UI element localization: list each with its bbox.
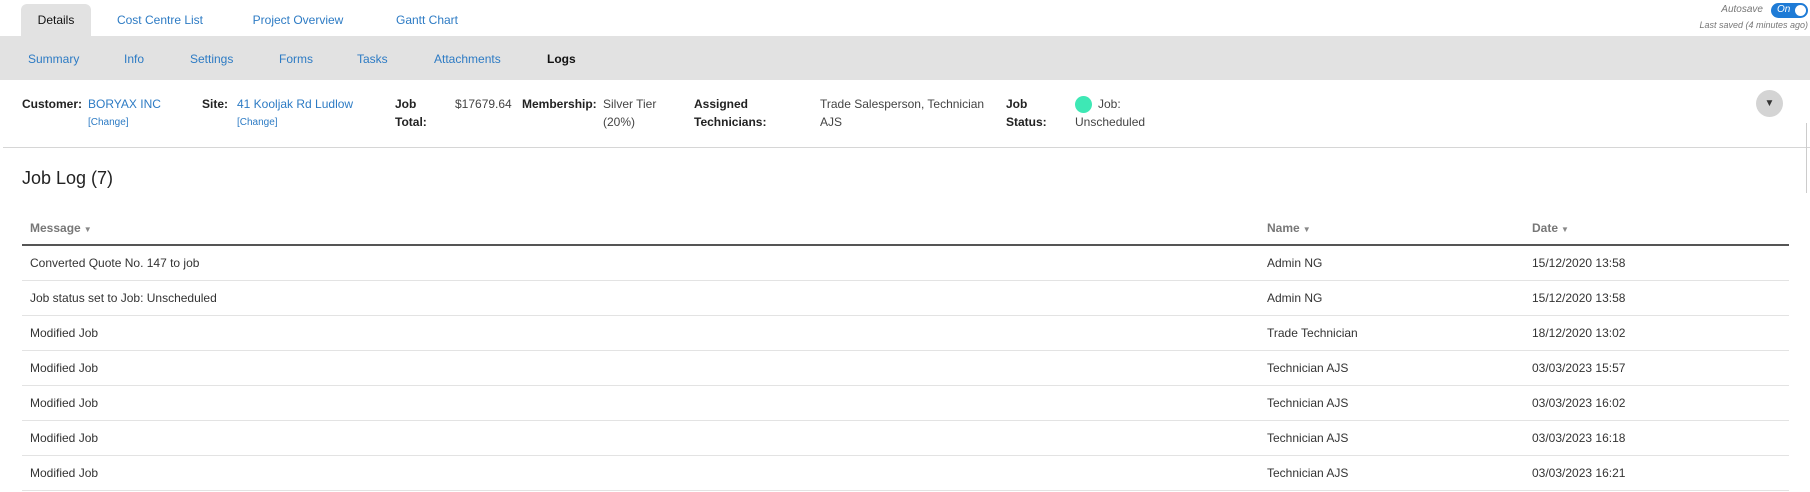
top-tab-bar: Details Cost Centre List Project Overvie…	[0, 0, 1810, 36]
customer-label: Customer:	[22, 97, 83, 111]
chevron-down-icon: ▼	[1764, 98, 1775, 109]
job-status-label-line2: Status:	[1006, 115, 1047, 129]
assigned-technicians-value: Trade Salesperson, Technician	[820, 97, 985, 111]
toggle-knob	[1795, 5, 1806, 16]
table-row: Converted Quote No. 147 to job Admin NG …	[22, 246, 1789, 281]
log-message-cell: Modified Job	[30, 361, 99, 375]
tab-summary[interactable]: Summary	[28, 36, 79, 80]
log-date-cell: 15/12/2020 13:58	[1532, 256, 1626, 270]
table-row: Modified Job Trade Technician 18/12/2020…	[22, 316, 1789, 351]
tab-details[interactable]: Details	[21, 4, 91, 36]
sort-down-icon: ▼	[83, 225, 92, 234]
tab-tasks[interactable]: Tasks	[357, 36, 388, 80]
scrollbar[interactable]	[1806, 123, 1810, 193]
assigned-technicians-label-line2: Technicians:	[694, 115, 767, 129]
tab-gantt-chart[interactable]: Gantt Chart	[388, 4, 466, 36]
tab-logs[interactable]: Logs	[547, 36, 576, 80]
log-message-cell: Job status set to Job: Unscheduled	[30, 291, 217, 305]
column-header-message[interactable]: Message ▼	[30, 221, 92, 235]
log-date-cell: 15/12/2020 13:58	[1532, 291, 1626, 305]
table-row: Modified Job Technician AJS 03/03/2023 1…	[22, 351, 1789, 386]
autosave-panel: Autosave On Last saved (4 minutes ago)	[1610, 2, 1810, 32]
log-name-cell: Technician AJS	[1267, 431, 1349, 445]
job-total-value: $17679.64	[455, 97, 512, 111]
log-message-cell: Converted Quote No. 147 to job	[30, 256, 200, 270]
tab-attachments[interactable]: Attachments	[434, 36, 501, 80]
column-header-label: Date	[1532, 221, 1559, 235]
autosave-label: Autosave	[1721, 4, 1763, 15]
log-name-cell: Technician AJS	[1267, 466, 1349, 480]
job-log-table: Message ▼ Name ▼ Date ▼ Converted Quote No.…	[22, 210, 1789, 491]
autosave-toggle-text: On	[1777, 4, 1791, 15]
site-label: Site:	[202, 97, 229, 111]
log-date-cell: 18/12/2020 13:02	[1532, 326, 1626, 340]
expand-summary-button[interactable]: ▼	[1756, 90, 1783, 117]
site-link[interactable]: 41 Kooljak Rd Ludlow	[237, 95, 353, 113]
log-message-cell: Modified Job	[30, 431, 99, 445]
table-row: Modified Job Technician AJS 03/03/2023 1…	[22, 421, 1789, 456]
membership-value: Silver Tier	[603, 97, 657, 111]
job-status-value-line2: Unscheduled	[1075, 115, 1146, 129]
sub-tab-bar: Summary Info Settings Forms Tasks Attach…	[0, 36, 1810, 80]
table-row: Modified Job Technician AJS 03/03/2023 1…	[22, 456, 1789, 491]
log-name-cell: Trade Technician	[1267, 326, 1358, 340]
assigned-technicians-value-line2: AJS	[820, 115, 843, 129]
log-name-cell: Admin NG	[1267, 256, 1323, 270]
log-name-cell: Technician AJS	[1267, 361, 1349, 375]
tab-forms[interactable]: Forms	[279, 36, 313, 80]
table-header-row: Message ▼ Name ▼ Date ▼	[22, 210, 1789, 246]
log-message-cell: Modified Job	[30, 326, 99, 340]
sort-down-icon: ▼	[1302, 225, 1311, 234]
log-name-cell: Admin NG	[1267, 291, 1323, 305]
assigned-technicians-label: Assigned	[694, 97, 749, 111]
log-date-cell: 03/03/2023 16:18	[1532, 431, 1626, 445]
log-date-cell: 03/03/2023 16:21	[1532, 466, 1626, 480]
membership-label: Membership:	[522, 97, 597, 111]
column-header-date[interactable]: Date ▼	[1532, 221, 1569, 235]
column-header-label: Name	[1267, 221, 1300, 235]
log-date-cell: 03/03/2023 15:57	[1532, 361, 1626, 375]
job-total-label-line2: Total:	[395, 115, 427, 129]
job-total-label: Job	[395, 97, 417, 111]
column-header-label: Message	[30, 221, 81, 235]
job-status-label: Job	[1006, 97, 1028, 111]
status-indicator-dot	[1075, 96, 1092, 113]
tab-settings[interactable]: Settings	[190, 36, 233, 80]
table-row: Job status set to Job: Unscheduled Admin…	[22, 281, 1789, 316]
autosave-toggle[interactable]: On	[1771, 3, 1808, 18]
job-summary-header: Customer: BORYAX INC [Change] Site: 41 K…	[3, 80, 1810, 148]
log-name-cell: Technician AJS	[1267, 396, 1349, 410]
customer-change-link[interactable]: [Change]	[88, 117, 129, 128]
tab-info[interactable]: Info	[124, 36, 144, 80]
last-saved-text: Last saved (4 minutes ago)	[1699, 20, 1808, 30]
customer-link[interactable]: BORYAX INC	[88, 95, 161, 113]
sort-down-icon: ▼	[1561, 225, 1569, 234]
log-date-cell: 03/03/2023 16:02	[1532, 396, 1626, 410]
log-message-cell: Modified Job	[30, 396, 99, 410]
tab-project-overview[interactable]: Project Overview	[246, 4, 350, 36]
job-status-value: Job:	[1098, 97, 1121, 111]
job-log-title: Job Log (7)	[22, 168, 114, 188]
tab-cost-centre-list[interactable]: Cost Centre List	[110, 4, 210, 36]
site-change-link[interactable]: [Change]	[237, 117, 278, 128]
membership-value-line2: (20%)	[603, 115, 636, 129]
log-message-cell: Modified Job	[30, 466, 99, 480]
column-header-name[interactable]: Name ▼	[1267, 221, 1311, 235]
table-row: Modified Job Technician AJS 03/03/2023 1…	[22, 386, 1789, 421]
